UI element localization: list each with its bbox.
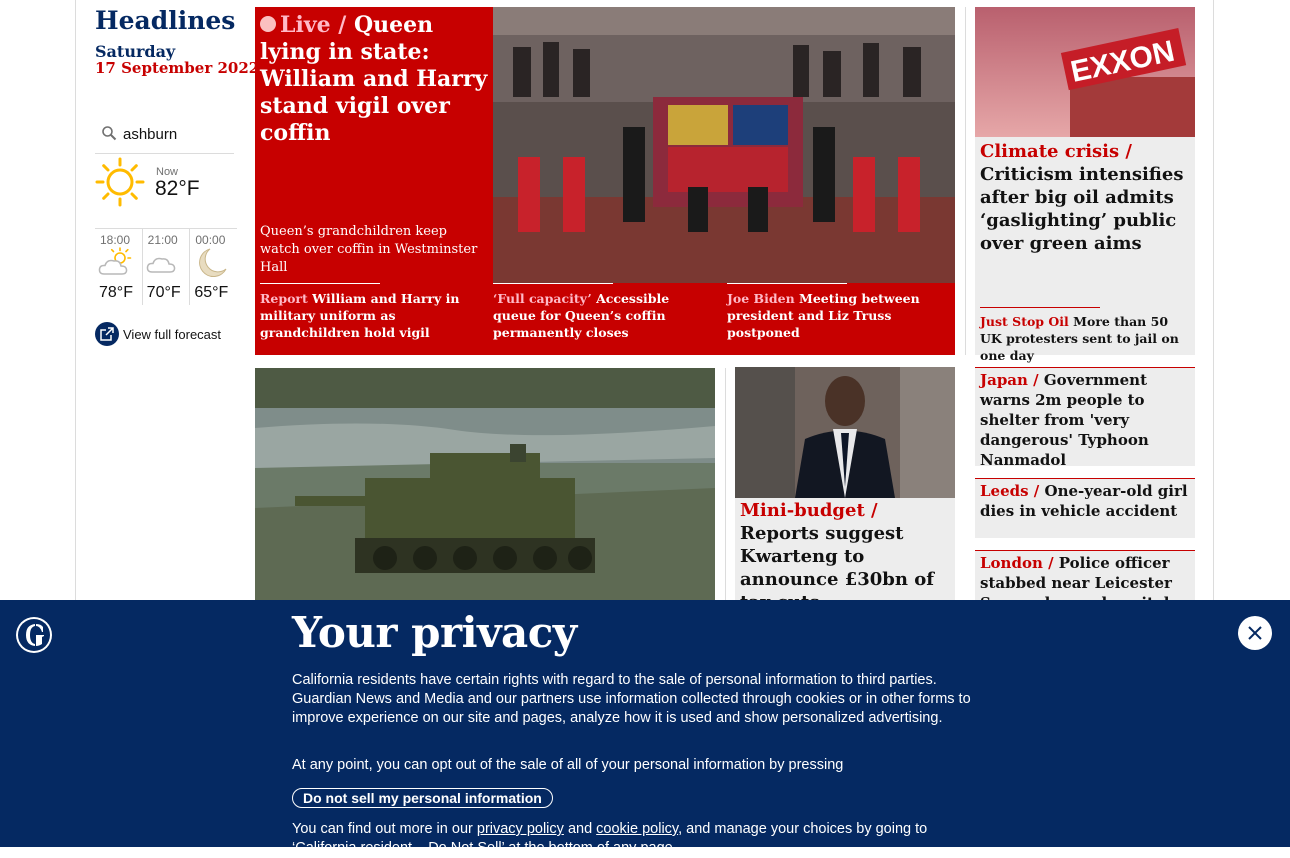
small-story-kicker: Leeds /: [980, 482, 1040, 500]
weather-location[interactable]: ashburn: [123, 126, 177, 143]
weather-now-temp: 82°F: [155, 177, 200, 200]
privacy-more-info: You can find out more in our privacy pol…: [292, 820, 992, 858]
search-icon: [102, 126, 117, 141]
climate-story-card[interactable]: EXXON Climate crisis / Criticism intensi…: [975, 7, 1195, 363]
column-divider: [965, 7, 966, 355]
queen-coffin-photo: [493, 7, 955, 283]
moon-icon: [199, 248, 227, 278]
related-story[interactable]: Joe Biden Meeting between president and …: [727, 283, 942, 341]
main-kicker: Live /: [280, 12, 347, 38]
small-story-card[interactable]: Leeds / One-year-old girl dies in vehicl…: [975, 478, 1195, 538]
forecast-temp: 65°F: [194, 284, 229, 301]
live-pulse-icon: [260, 16, 276, 32]
small-story-kicker: Japan /: [980, 371, 1039, 389]
divider: [493, 283, 613, 284]
privacy-body: California residents have certain rights…: [292, 672, 971, 726]
divider: [727, 283, 847, 284]
related-story[interactable]: ‘Full capacity’ Accessible queue for Que…: [493, 283, 708, 341]
climate-headline[interactable]: Climate crisis / Criticism intensifies a…: [980, 140, 1190, 255]
small-story-kicker: London /: [980, 554, 1054, 572]
view-full-forecast-label[interactable]: View full forecast: [123, 327, 221, 342]
privacy-policy-link[interactable]: privacy policy: [477, 821, 564, 837]
cloud-moon-icon: [146, 257, 175, 273]
kwarteng-photo: [735, 367, 955, 498]
external-link-icon: [95, 322, 119, 346]
do-not-sell-button[interactable]: Do not sell my personal information: [292, 788, 553, 808]
main-headline[interactable]: Live / Queen lying in state: William and…: [260, 12, 488, 147]
forecast-time: 00:00: [195, 233, 226, 247]
date-full: 17 September 2022: [95, 59, 260, 77]
main-story-card[interactable]: Live / Queen lying in state: William and…: [255, 7, 955, 355]
main-standfirst: Queen’s grandchildren keep watch over co…: [260, 224, 478, 275]
weather-location-search[interactable]: ashburn: [95, 117, 234, 154]
related-kicker: Report: [260, 291, 308, 306]
partly-cloudy-sun-icon: [98, 247, 132, 275]
related-story[interactable]: Just Stop Oil More than 50 UK protesters…: [980, 307, 1190, 364]
privacy-banner: Your privacy California residents have c…: [0, 600, 1290, 856]
divider: [260, 283, 380, 284]
privacy-title: Your privacy: [292, 608, 577, 657]
related-kicker: Joe Biden: [727, 291, 795, 306]
small-story-headline[interactable]: Japan / Government warns 2m people to sh…: [975, 368, 1195, 470]
budget-headline[interactable]: Mini-budget / Reports suggest Kwarteng t…: [740, 499, 952, 614]
small-story-card[interactable]: Japan / Government warns 2m people to sh…: [975, 367, 1195, 469]
tank-photo: [255, 368, 715, 608]
related-kicker: Just Stop Oil: [980, 314, 1069, 329]
view-full-forecast-link[interactable]: View full forecast: [95, 322, 221, 346]
budget-story-card[interactable]: Mini-budget / Reports suggest Kwarteng t…: [735, 367, 955, 613]
forecast-temp: 78°F: [99, 284, 133, 301]
related-kicker: ‘Full capacity’: [493, 291, 592, 306]
forecast-item: 18:00 78°F: [95, 229, 143, 305]
forecast-item: 00:00 65°F: [190, 229, 237, 305]
section-title: Headlines: [95, 6, 236, 35]
ukraine-story-card[interactable]: [255, 368, 715, 608]
budget-kicker: Mini-budget /: [740, 500, 878, 521]
forecast-time: 21:00: [147, 233, 178, 247]
close-button[interactable]: [1238, 616, 1272, 650]
divider: [980, 307, 1100, 308]
forecast-temp: 70°F: [146, 284, 181, 301]
hourly-forecast: 18:00 78°F 21:00 70°F 00:00 65°F: [95, 228, 237, 305]
column-divider: [725, 368, 726, 608]
sun-icon: [95, 157, 145, 207]
guardian-logo-icon: [16, 617, 52, 653]
close-icon: [1248, 626, 1262, 640]
climate-kicker: Climate crisis /: [980, 141, 1132, 162]
cookie-policy-link[interactable]: cookie policy: [596, 821, 678, 837]
privacy-more-prefix: You can find out more in our: [292, 821, 473, 837]
forecast-item: 21:00 70°F: [143, 229, 191, 305]
climate-headline-text[interactable]: Criticism intensifies after big oil admi…: [980, 164, 1183, 254]
small-story-headline[interactable]: Leeds / One-year-old girl dies in vehicl…: [975, 479, 1195, 521]
exxon-sign-photo: EXXON: [975, 7, 1195, 137]
privacy-opt-out-text: At any point, you can opt out of the sal…: [292, 757, 844, 773]
forecast-time: 18:00: [100, 233, 131, 247]
related-story[interactable]: Report William and Harry in military uni…: [260, 283, 475, 341]
privacy-and-text: and: [567, 821, 593, 837]
